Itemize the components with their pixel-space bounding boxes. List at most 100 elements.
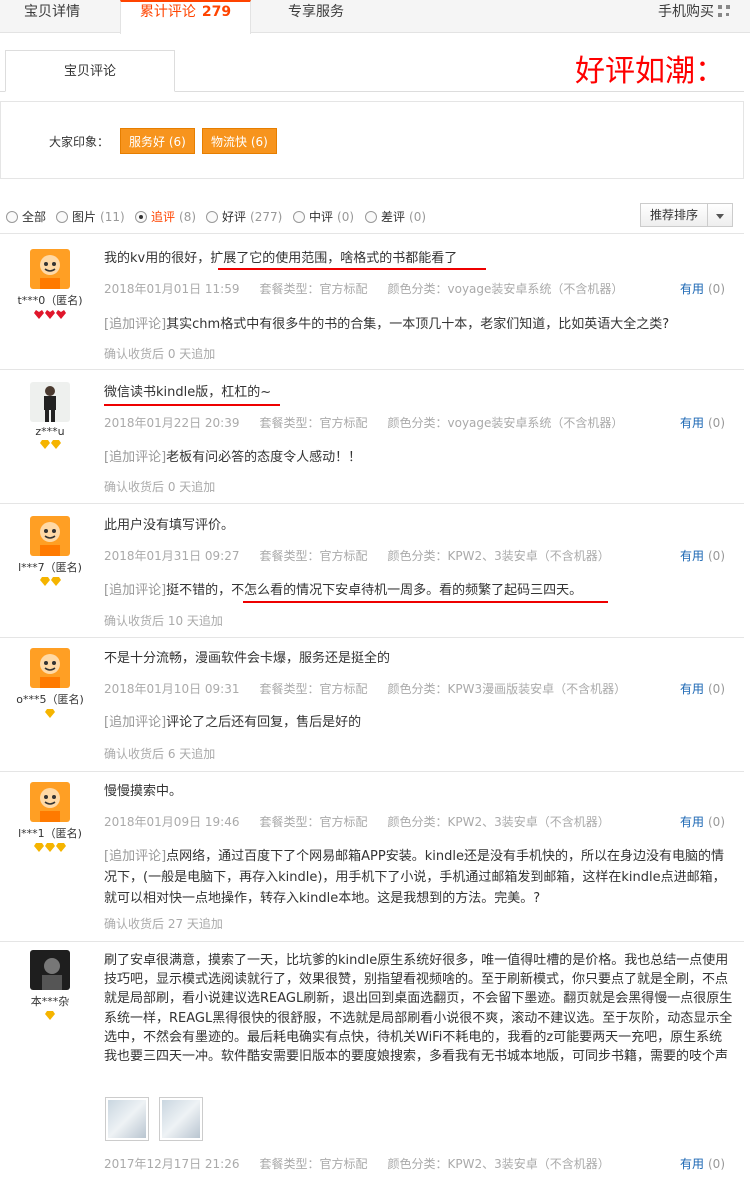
filter-good[interactable]: 好评 (277) (206, 208, 282, 225)
slogan-text: 好评如潮： (575, 54, 725, 89)
useful-button[interactable]: 有用 (0) (680, 547, 725, 564)
user-rank (0, 577, 100, 587)
append-tag: [追加评论] (104, 450, 167, 465)
useful-count: (0) (708, 815, 725, 829)
review-meta: 2018年01月10日 09:31 套餐类型：官方标配 颜色分类：KPW3漫画版装安… (104, 680, 626, 697)
useful-button[interactable]: 有用 (0) (680, 680, 725, 697)
diamond-icon (39, 440, 50, 449)
diamond-icon (39, 577, 50, 586)
filter-append[interactable]: 追评 (8) (135, 208, 196, 225)
avatar (30, 516, 70, 556)
filter-count: (277) (250, 209, 283, 224)
confirm-note: 确认收货后 10 天追加 (104, 614, 223, 628)
qr-code-icon[interactable] (718, 5, 730, 17)
review-text: 慢慢摸索中。 (104, 784, 183, 799)
filter-all[interactable]: 全部 (6, 208, 46, 225)
impression-tag-service[interactable]: 服务好 (6) (120, 128, 195, 154)
useful-button[interactable]: 有用 (0) (680, 414, 725, 431)
package-type: 套餐类型：官方标配 (259, 682, 368, 696)
review-item: t***0（匿名) 我的kv用的很好，扩展了它的使用范围，啥格式的书都能看了 2… (0, 235, 744, 370)
diamond-icon (45, 843, 55, 852)
reviewer: z***u (0, 382, 100, 450)
heart-icon (56, 310, 66, 319)
filter-label: 全部 (22, 210, 47, 224)
review-item: o***5（匿名) 不是十分流畅，漫画软件会卡爆，服务还是挺全的 2018年01… (0, 638, 744, 772)
append-review: [追加评论]其实chm格式中有很多牛的书的合集，一本顶几十本，老家们知道，比如英… (104, 314, 734, 335)
color-variant: 颜色分类：KPW2、3装安卓（不含机器） (387, 815, 610, 829)
review-item: 本***杂 刷了安卓很满意，摸索了一天，比坑爹的kindle原生系统好很多，唯一… (0, 942, 744, 1177)
radio-icon (293, 210, 305, 223)
review-date: 2018年01月09日 19:46 (104, 815, 240, 829)
review-date: 2018年01月10日 09:31 (104, 682, 240, 696)
reviewer: l***7（匿名) (0, 516, 100, 587)
package-type: 套餐类型：官方标配 (259, 549, 368, 563)
top-tab-bar: 宝贝详情 累计评论 279 专享服务 手机购买 (0, 0, 750, 34)
review-date: 2018年01月01日 11:59 (104, 282, 240, 296)
mobile-buy-link[interactable]: 手机购买 (658, 0, 714, 24)
append-text: 老板有问必答的态度令人感动！！ (166, 450, 362, 465)
user-rank (0, 1011, 100, 1021)
confirm-note: 确认收货后 0 天追加 (104, 480, 216, 494)
radio-icon (365, 210, 377, 223)
tab-service[interactable]: 专享服务 (288, 0, 344, 33)
user-name: o***5（匿名) (16, 693, 84, 706)
radio-icon (6, 210, 18, 223)
review-item: l***7（匿名) 此用户没有填写评价。 2018年01月31日 09:27 套餐… (0, 504, 744, 638)
user-rank (0, 440, 100, 450)
review-meta: 2018年01月09日 19:46 套餐类型：官方标配 颜色分类：KPW2、3装安卓… (104, 813, 610, 830)
review-text: 我的kv用的很好，扩展了它的使用范围，啥格式的书都能看了 (104, 251, 458, 266)
append-tag: [追加评论] (104, 583, 167, 598)
review-meta: 2018年01月31日 09:27 套餐类型：官方标配 颜色分类：KPW2、3装安卓… (104, 547, 610, 564)
diamond-icon (45, 1011, 55, 1020)
review-item: l***1（匿名) 慢慢摸索中。 2018年01月09日 19:46 套餐类型：官… (0, 772, 744, 942)
radio-selected-icon (135, 210, 147, 223)
append-review: [追加评论]点网络，通过百度下了个网易邮箱APP安装。kindle还是没有手机快… (104, 846, 734, 909)
review-meta: 2017年12月17日 21:26 套餐类型：官方标配 颜色分类：KPW2、3装安卓… (104, 1155, 610, 1172)
append-text: 其实chm格式中有很多牛的书的合集，一本顶几十本，老家们知道，比如英语大全之类? (166, 317, 670, 332)
tab-reviews[interactable]: 累计评论 279 (120, 0, 251, 34)
reviewer: t***0（匿名) (0, 249, 100, 320)
diamond-icon (34, 843, 44, 852)
sort-dropdown[interactable]: 推荐排序 (640, 203, 708, 227)
filter-bad[interactable]: 差评 (0) (365, 208, 426, 225)
filter-images[interactable]: 图片 (11) (56, 208, 125, 225)
append-text: 点网络，通过百度下了个网易邮箱APP安装。kindle还是没有手机快的，所以在身… (104, 849, 726, 906)
color-variant: 颜色分类：KPW2、3装安卓（不含机器） (387, 1157, 610, 1171)
useful-label: 有用 (679, 282, 704, 296)
useful-button[interactable]: 有用 (0) (680, 280, 725, 297)
append-tag: [追加评论] (104, 849, 167, 864)
tab-item-detail[interactable]: 宝贝详情 (24, 0, 80, 33)
review-date: 2018年01月22日 20:39 (104, 416, 240, 430)
user-name: 本***杂 (30, 995, 70, 1008)
useful-label: 有用 (679, 1157, 704, 1171)
append-text: 挺不错的，不怎么看的情况下安卓待机一周多。看的频繁了起码三四天。 (166, 583, 583, 598)
annotation-underline (104, 404, 280, 406)
filter-count: (8) (179, 209, 197, 224)
filter-label: 中评 (309, 210, 334, 224)
heart-icon (45, 310, 55, 319)
impression-tag-logistics[interactable]: 物流快 (6) (202, 128, 277, 154)
confirm-note: 确认收货后 27 天追加 (104, 917, 223, 931)
avatar (30, 782, 70, 822)
avatar (30, 950, 70, 990)
avatar (30, 648, 70, 688)
reviewer: l***1（匿名) (0, 782, 100, 853)
filter-neutral[interactable]: 中评 (0) (293, 208, 354, 225)
annotation-underline (243, 601, 608, 603)
useful-button[interactable]: 有用 (0) (680, 1155, 725, 1172)
tab-item-reviews[interactable]: 宝贝评论 (5, 50, 175, 92)
confirm-note: 确认收货后 6 天追加 (104, 747, 216, 761)
review-text: 不是十分流畅，漫画软件会卡爆，服务还是挺全的 (104, 651, 391, 666)
impressions-panel: 大家印象： 服务好 (6) 物流快 (6) (0, 101, 744, 179)
useful-button[interactable]: 有用 (0) (680, 813, 725, 830)
chevron-down-icon[interactable] (707, 203, 733, 227)
review-image[interactable] (159, 1097, 203, 1141)
user-name: l***7（匿名) (18, 561, 82, 574)
filter-label: 差评 (381, 210, 406, 224)
useful-count: (0) (708, 1157, 725, 1171)
append-tag: [追加评论] (104, 317, 167, 332)
package-type: 套餐类型：官方标配 (259, 416, 368, 430)
review-image[interactable] (105, 1097, 149, 1141)
filter-count: (0) (337, 209, 355, 224)
user-name: t***0（匿名) (17, 294, 83, 307)
